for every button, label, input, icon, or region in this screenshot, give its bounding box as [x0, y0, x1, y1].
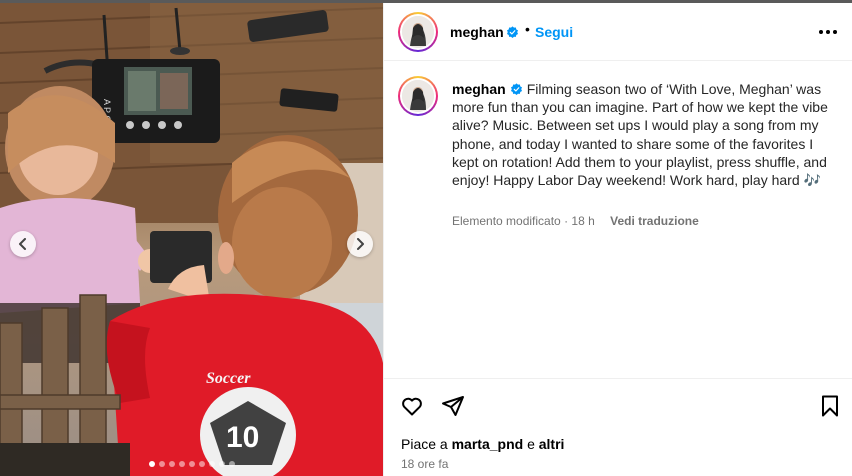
- post-timestamp[interactable]: 18 ore fa: [401, 457, 448, 471]
- follow-button[interactable]: Segui: [535, 24, 573, 40]
- post-header: meghan • Segui: [384, 3, 852, 61]
- edited-label: Elemento modificato: [452, 214, 561, 228]
- likes-user-link[interactable]: marta_pnd: [452, 436, 524, 452]
- author-avatar[interactable]: [398, 12, 438, 52]
- likes-others-link[interactable]: altri: [539, 436, 565, 452]
- caption-text: Filming season two of ‘With Love, Meghan…: [452, 81, 828, 189]
- author-username[interactable]: meghan: [450, 24, 504, 40]
- caption-author-avatar[interactable]: [398, 76, 438, 116]
- carousel-dot: [158, 461, 165, 467]
- caption-username[interactable]: meghan: [452, 81, 506, 97]
- avatar-photo: [402, 16, 434, 48]
- carousel-dot: [148, 461, 155, 467]
- likes-prefix: Piace a: [401, 436, 448, 452]
- post-age[interactable]: 18 h: [571, 214, 594, 228]
- more-options-icon[interactable]: [816, 23, 840, 41]
- carousel-dot: [218, 461, 225, 467]
- caption-meta: Elemento modificato · 18 h Vedi traduzio…: [452, 214, 699, 228]
- carousel-dot: [208, 461, 215, 467]
- carousel-dot: [178, 461, 185, 467]
- chevron-left-icon: [19, 238, 26, 250]
- post-media[interactable]: A P C 10 Soccer: [0, 3, 383, 476]
- verified-badge-icon: [506, 26, 519, 39]
- carousel-dot: [228, 461, 235, 467]
- carousel-next-button[interactable]: [347, 231, 373, 257]
- header-separator: •: [525, 21, 530, 37]
- shirt-number: 10: [226, 421, 259, 454]
- post-details-panel: meghan • Segui meghan Filming season two…: [383, 3, 852, 476]
- heart-icon[interactable]: [400, 394, 424, 418]
- post-caption: meghan Filming season two of ‘With Love,…: [452, 80, 840, 189]
- likes-conjunction: e: [527, 436, 535, 452]
- post-photo: A P C 10 Soccer: [0, 3, 383, 476]
- avatar-photo: [402, 80, 434, 112]
- carousel-prev-button[interactable]: [10, 231, 36, 257]
- carousel-dot: [168, 461, 175, 467]
- paper-plane-icon[interactable]: [441, 394, 465, 418]
- bookmark-icon[interactable]: [818, 394, 842, 418]
- likes-summary: Piace a marta_pnd e altri: [401, 436, 564, 452]
- verified-badge-icon: [510, 83, 522, 96]
- shirt-text: Soccer: [206, 370, 251, 387]
- chevron-right-icon: [357, 238, 364, 250]
- post-actions: Piace a marta_pnd e altri 18 ore fa: [384, 378, 852, 476]
- carousel-dot: [188, 461, 195, 467]
- see-translation-button[interactable]: Vedi traduzione: [610, 214, 699, 228]
- carousel-dot: [198, 461, 205, 467]
- verified-badge: [502, 24, 519, 42]
- meta-dot: ·: [564, 214, 569, 228]
- carousel-indicator: [0, 461, 383, 467]
- caption-block: meghan Filming season two of ‘With Love,…: [384, 62, 852, 377]
